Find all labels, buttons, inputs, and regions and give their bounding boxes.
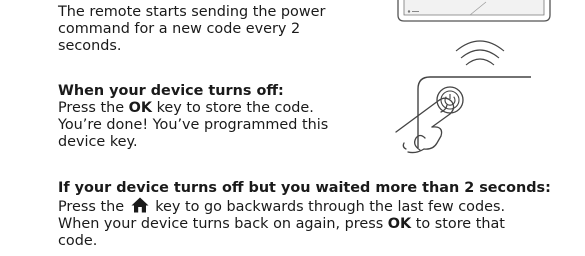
tv-icon xyxy=(397,0,551,22)
remote-illustration xyxy=(395,0,551,154)
remote-power-button-icon xyxy=(417,76,531,148)
signal-waves-icon xyxy=(455,40,505,66)
